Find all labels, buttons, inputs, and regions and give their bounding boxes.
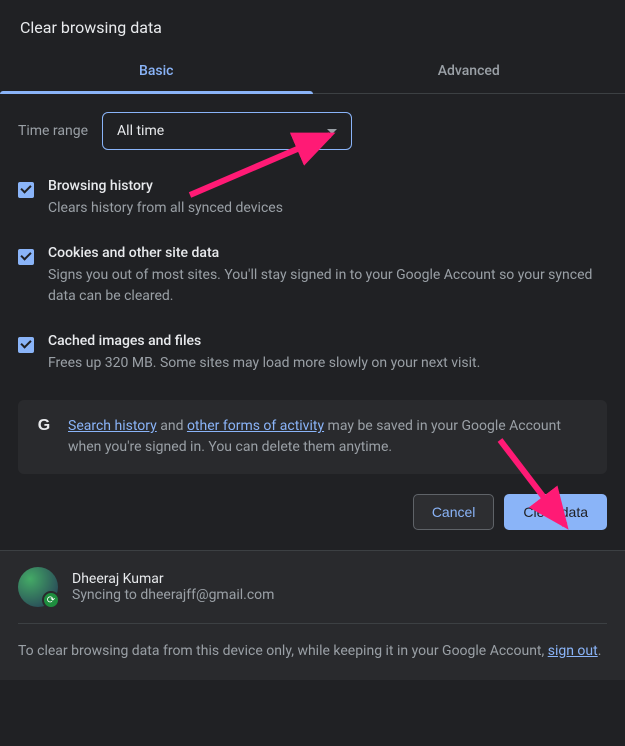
time-range-select[interactable]: All time xyxy=(102,112,352,150)
avatar: ⟳ xyxy=(18,567,58,607)
tab-advanced[interactable]: Advanced xyxy=(313,49,625,93)
account-row: ⟳ Dheeraj Kumar Syncing to dheerajff@gma… xyxy=(18,567,607,624)
time-range-row: Time range All time xyxy=(18,112,607,150)
tab-basic[interactable]: Basic xyxy=(0,49,313,93)
sync-prefix: Syncing to xyxy=(72,587,140,603)
checkbox-cached[interactable] xyxy=(18,337,34,353)
option-desc: Clears history from all synced devices xyxy=(48,198,607,219)
checkbox-cookies[interactable] xyxy=(18,249,34,265)
option-cached: Cached images and files Frees up 320 MB.… xyxy=(18,333,607,374)
option-desc: Signs you out of most sites. You'll stay… xyxy=(48,265,607,307)
dialog-title: Clear browsing data xyxy=(0,0,625,49)
option-title: Browsing history xyxy=(48,178,607,194)
option-browsing-history: Browsing history Clears history from all… xyxy=(18,178,607,219)
info-mid: and xyxy=(157,418,187,434)
sign-out-link[interactable]: sign out xyxy=(548,643,598,659)
dialog-actions: Cancel Clear data xyxy=(0,494,625,550)
google-info-box: G Search history and other forms of acti… xyxy=(18,400,607,474)
account-email: dheerajff@gmail.com xyxy=(140,587,274,603)
option-title: Cookies and other site data xyxy=(48,245,607,261)
footer-before: To clear browsing data from this device … xyxy=(18,643,548,659)
time-range-label: Time range xyxy=(18,123,88,139)
option-desc: Frees up 320 MB. Some sites may load mor… xyxy=(48,353,607,374)
info-text: Search history and other forms of activi… xyxy=(68,416,591,458)
account-sync-status: Syncing to dheerajff@gmail.com xyxy=(72,587,274,603)
account-name: Dheeraj Kumar xyxy=(72,571,274,587)
footer-after: . xyxy=(598,643,602,659)
other-activity-link[interactable]: other forms of activity xyxy=(187,418,324,434)
option-cookies: Cookies and other site data Signs you ou… xyxy=(18,245,607,307)
chevron-down-icon xyxy=(327,129,337,134)
dialog-content: Time range All time Browsing history Cle… xyxy=(0,94,625,474)
tabs: Basic Advanced xyxy=(0,49,625,94)
account-footer: ⟳ Dheeraj Kumar Syncing to dheerajff@gma… xyxy=(0,550,625,680)
search-history-link[interactable]: Search history xyxy=(68,418,157,434)
cancel-button[interactable]: Cancel xyxy=(413,494,495,530)
clear-data-button[interactable]: Clear data xyxy=(504,494,607,530)
footer-text: To clear browsing data from this device … xyxy=(18,640,607,662)
google-icon: G xyxy=(34,416,54,436)
checkbox-browsing-history[interactable] xyxy=(18,182,34,198)
option-title: Cached images and files xyxy=(48,333,607,349)
sync-badge-icon: ⟳ xyxy=(42,591,60,609)
time-range-value: All time xyxy=(117,123,164,139)
